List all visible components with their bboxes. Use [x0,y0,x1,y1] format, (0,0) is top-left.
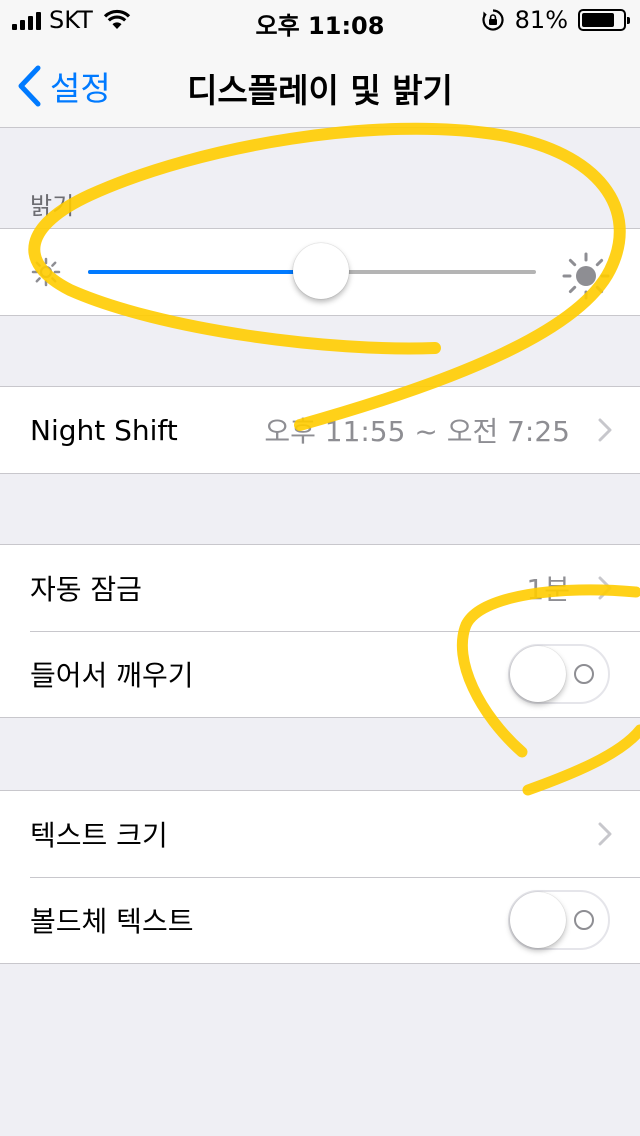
chevron-right-icon [598,576,612,600]
chevron-right-icon [598,822,612,846]
text-group: 텍스트 크기 볼드체 텍스트 [0,790,640,964]
brightness-section-header: 밝기 [30,192,75,220]
night-shift-label: Night Shift [30,413,178,447]
night-shift-row[interactable]: Night Shift 오후 11:55 ~ 오전 7:25 [0,387,640,473]
raise-to-wake-row: 들어서 깨우기 [0,631,640,717]
battery-percent: 81% [514,6,568,34]
rotation-lock-icon [482,9,504,31]
auto-lock-row[interactable]: 자동 잠금 1분 [0,545,640,631]
brightness-slider-fill [88,270,321,274]
bold-text-row: 볼드체 텍스트 [0,877,640,963]
navigation-bar: 설정 디스플레이 및 밝기 [0,40,640,128]
text-size-row[interactable]: 텍스트 크기 [0,791,640,877]
status-right: 81% [481,6,630,34]
auto-lock-label: 자동 잠금 [30,573,142,606]
brightness-slider-thumb[interactable] [292,243,349,299]
sun-bright-icon [562,252,610,300]
raise-to-wake-label: 들어서 깨우기 [30,659,194,692]
status-bar: SKT 오후 11:08 81% [0,0,640,40]
battery-icon [578,9,630,31]
toggle-off-indicator [574,664,594,684]
text-size-label: 텍스트 크기 [30,819,168,852]
night-shift-group: Night Shift 오후 11:55 ~ 오전 7:25 [0,386,640,474]
toggle-knob [510,892,566,948]
brightness-slider-row [0,229,640,315]
chevron-right-icon [598,418,612,442]
bold-text-label: 볼드체 텍스트 [30,905,194,938]
page-title: 디스플레이 및 밝기 [187,71,453,110]
night-shift-schedule: 오후 11:55 ~ 오전 7:25 [264,415,570,448]
toggle-knob [510,646,566,702]
bold-text-toggle[interactable] [508,890,610,950]
brightness-group [0,228,640,316]
lock-group: 자동 잠금 1분 들어서 깨우기 [0,544,640,718]
raise-to-wake-toggle[interactable] [508,644,610,704]
auto-lock-value: 1분 [526,573,570,606]
battery-fill [582,13,615,27]
sun-dim-icon [31,257,61,287]
toggle-off-indicator [574,910,594,930]
brightness-slider[interactable] [88,243,536,299]
